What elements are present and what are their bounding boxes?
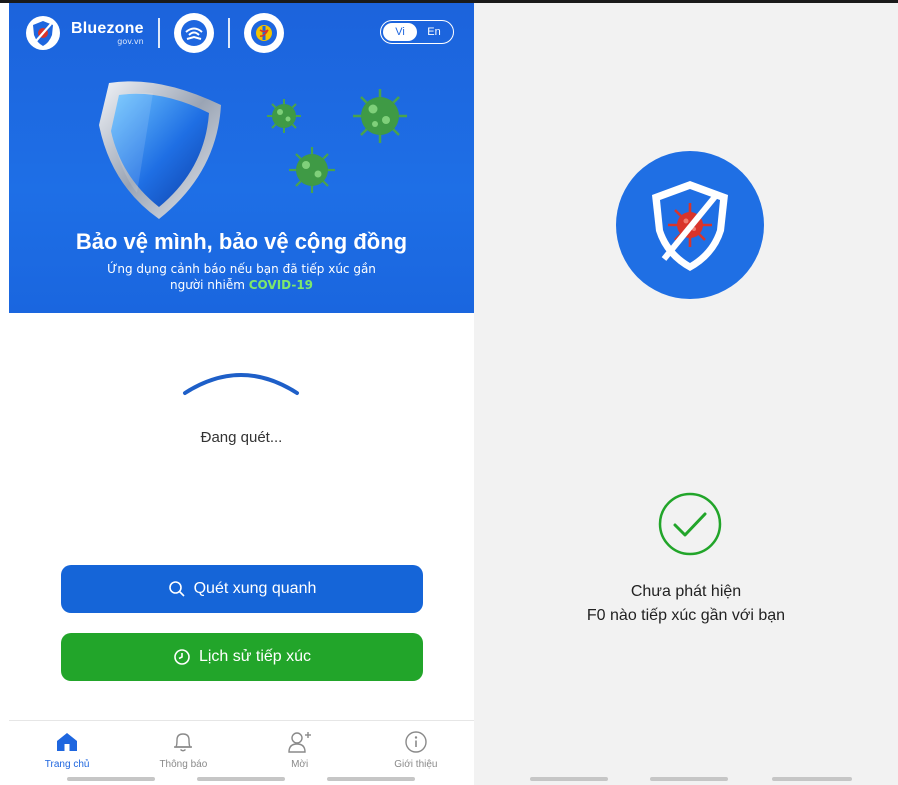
covid-highlight: COVID-19 xyxy=(248,278,314,292)
screenshot-composite: Bluezone gov.vn Vi En Bảo vệ mình, bảo v… xyxy=(0,0,898,785)
brand-domain: gov.vn xyxy=(117,37,144,46)
info-icon xyxy=(403,729,429,755)
brand-name: Bluezone xyxy=(71,20,144,37)
result-screen: Chưa phát hiện F0 nào tiếp xúc gần với b… xyxy=(474,3,898,785)
check-circle-icon xyxy=(658,492,722,556)
tab-invite[interactable]: Mời xyxy=(242,721,358,785)
home-screen: Bluezone gov.vn Vi En Bảo vệ mình, bảo v… xyxy=(9,3,474,785)
hero-banner: Bluezone gov.vn Vi En Bảo vệ mình, bảo v… xyxy=(9,3,474,313)
contact-history-label: Lịch sử tiếp xúc xyxy=(198,648,312,665)
home-indicator xyxy=(772,777,852,781)
health-ministry-icon xyxy=(250,20,277,46)
result-line-1: Chưa phát hiện xyxy=(630,583,742,600)
home-indicator xyxy=(197,777,285,781)
add-user-icon xyxy=(287,729,313,755)
tab-home[interactable]: Trang chủ xyxy=(9,721,125,785)
scanning-spinner-icon xyxy=(183,373,299,395)
home-indicator xyxy=(650,777,728,781)
virus-icon xyxy=(289,147,335,193)
divider xyxy=(157,18,160,48)
clock-icon xyxy=(173,648,191,666)
virus-shield-icon xyxy=(652,181,728,271)
wifi-book-icon xyxy=(180,20,207,46)
tab-home-label: Trang chủ xyxy=(44,759,90,770)
tab-notifications[interactable]: Thông báo xyxy=(125,721,241,785)
scan-nearby-label: Quét xung quanh xyxy=(193,580,317,597)
hero-desc-line1: Ứng dụng cảnh báo nếu bạn đã tiếp xúc gầ… xyxy=(107,262,376,276)
divider xyxy=(227,18,230,48)
tab-notifications-label: Thông báo xyxy=(159,759,208,770)
virus-icon xyxy=(267,99,301,133)
search-icon xyxy=(168,580,186,598)
home-indicator xyxy=(327,777,415,781)
partner-logo-health xyxy=(243,13,284,53)
partner-logo-wifi xyxy=(173,13,214,53)
hero-description: Ứng dụng cảnh báo nếu bạn đã tiếp xúc gầ… xyxy=(69,261,414,293)
brand-header: Bluezone gov.vn xyxy=(25,13,284,53)
scan-nearby-button[interactable]: Quét xung quanh xyxy=(61,565,423,613)
lang-vi-option[interactable]: Vi xyxy=(383,23,417,41)
scan-status-text: Đang quét... xyxy=(200,429,283,446)
hero-title: Bảo vệ mình, bảo vệ cộng đồng xyxy=(75,229,408,254)
home-indicator xyxy=(67,777,155,781)
bell-icon xyxy=(170,729,196,755)
tab-about[interactable]: Giới thiệu xyxy=(358,721,474,785)
shield-illustration-icon xyxy=(99,81,221,219)
contact-history-button[interactable]: Lịch sử tiếp xúc xyxy=(61,633,423,681)
bottom-tab-bar: Trang chủ Thông báo Mời Giới thiệu xyxy=(9,720,474,785)
home-indicator xyxy=(530,777,608,781)
hero-desc-line2: người nhiễm COVID-19 xyxy=(69,277,414,293)
virus-icon xyxy=(353,89,407,143)
tab-invite-label: Mời xyxy=(291,759,309,770)
bluezone-logo-icon xyxy=(26,16,60,50)
tab-about-label: Giới thiệu xyxy=(394,759,438,770)
hero-desc-prefix: người nhiễm xyxy=(169,278,249,292)
result-line-2: F0 nào tiếp xúc gần với bạn xyxy=(586,607,786,624)
home-icon xyxy=(54,729,80,755)
lang-en-option[interactable]: En xyxy=(417,23,451,41)
bluezone-badge xyxy=(616,151,764,299)
language-toggle[interactable]: Vi En xyxy=(380,20,454,44)
